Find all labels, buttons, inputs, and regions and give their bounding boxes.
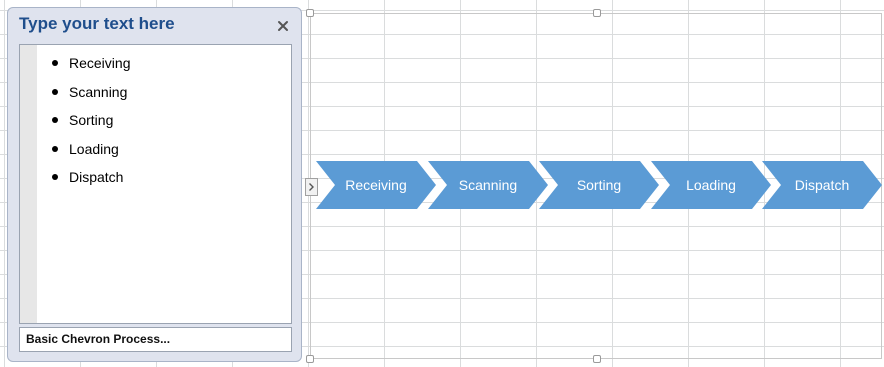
chevron-label-sorting: Sorting	[576, 177, 622, 193]
chevron-label-dispatch: Dispatch	[794, 177, 850, 193]
chevron-label-receiving: Receiving	[345, 177, 407, 193]
chevron-label-scanning: Scanning	[458, 177, 518, 193]
chevron-label-loading: Loading	[686, 177, 736, 193]
